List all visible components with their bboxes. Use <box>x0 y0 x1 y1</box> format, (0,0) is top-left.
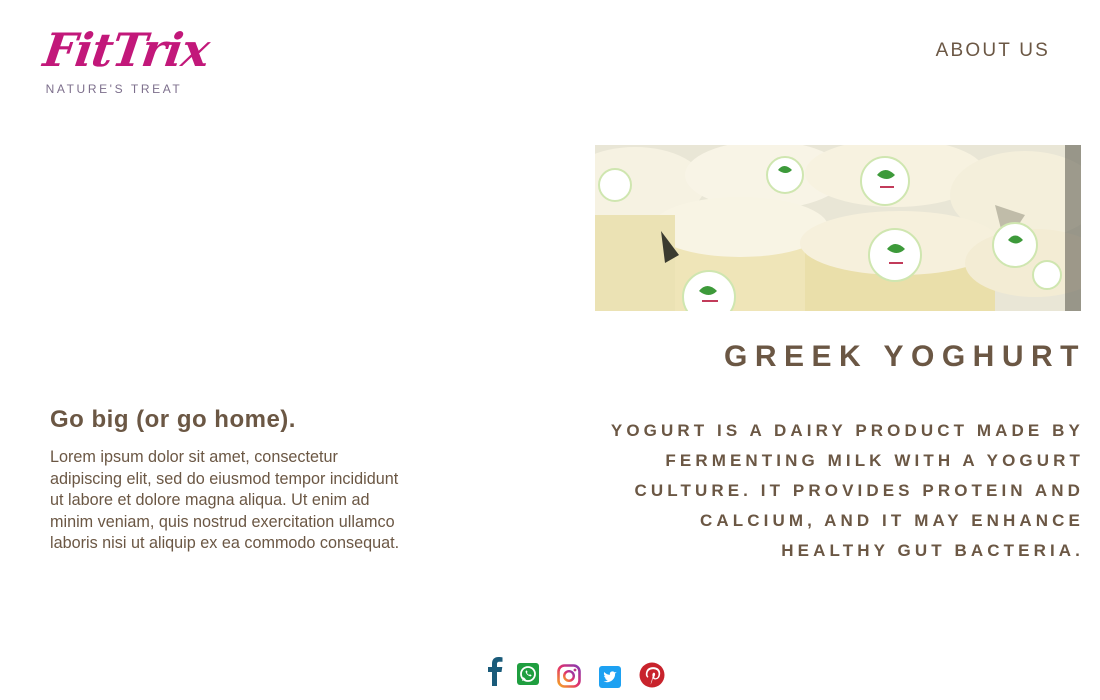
nav-about-us-link[interactable]: ABOUT US <box>936 40 1050 62</box>
logo-wordmark: FitTrix <box>40 23 213 77</box>
logo-tagline: NATURE'S TREAT <box>45 82 183 96</box>
intro-body: Lorem ipsum dolor sit amet, consectetur … <box>50 448 400 553</box>
product-title: GREEK YOGHURT <box>724 340 1086 373</box>
pinterest-icon[interactable] <box>639 662 665 692</box>
instagram-icon[interactable] <box>557 664 581 692</box>
whatsapp-icon[interactable] <box>517 663 539 689</box>
product-image <box>595 145 1081 311</box>
intro-heading: Go big (or go home). <box>50 406 296 433</box>
brand-logo[interactable]: FitTrix NATURE'S TREAT <box>40 22 212 96</box>
twitter-icon[interactable] <box>599 666 621 692</box>
product-description: YOGURT IS A DAIRY PRODUCT MADE BY FERMEN… <box>610 421 1084 560</box>
facebook-icon[interactable] <box>484 656 504 690</box>
yogurt-tubs-illustration <box>595 145 1081 311</box>
